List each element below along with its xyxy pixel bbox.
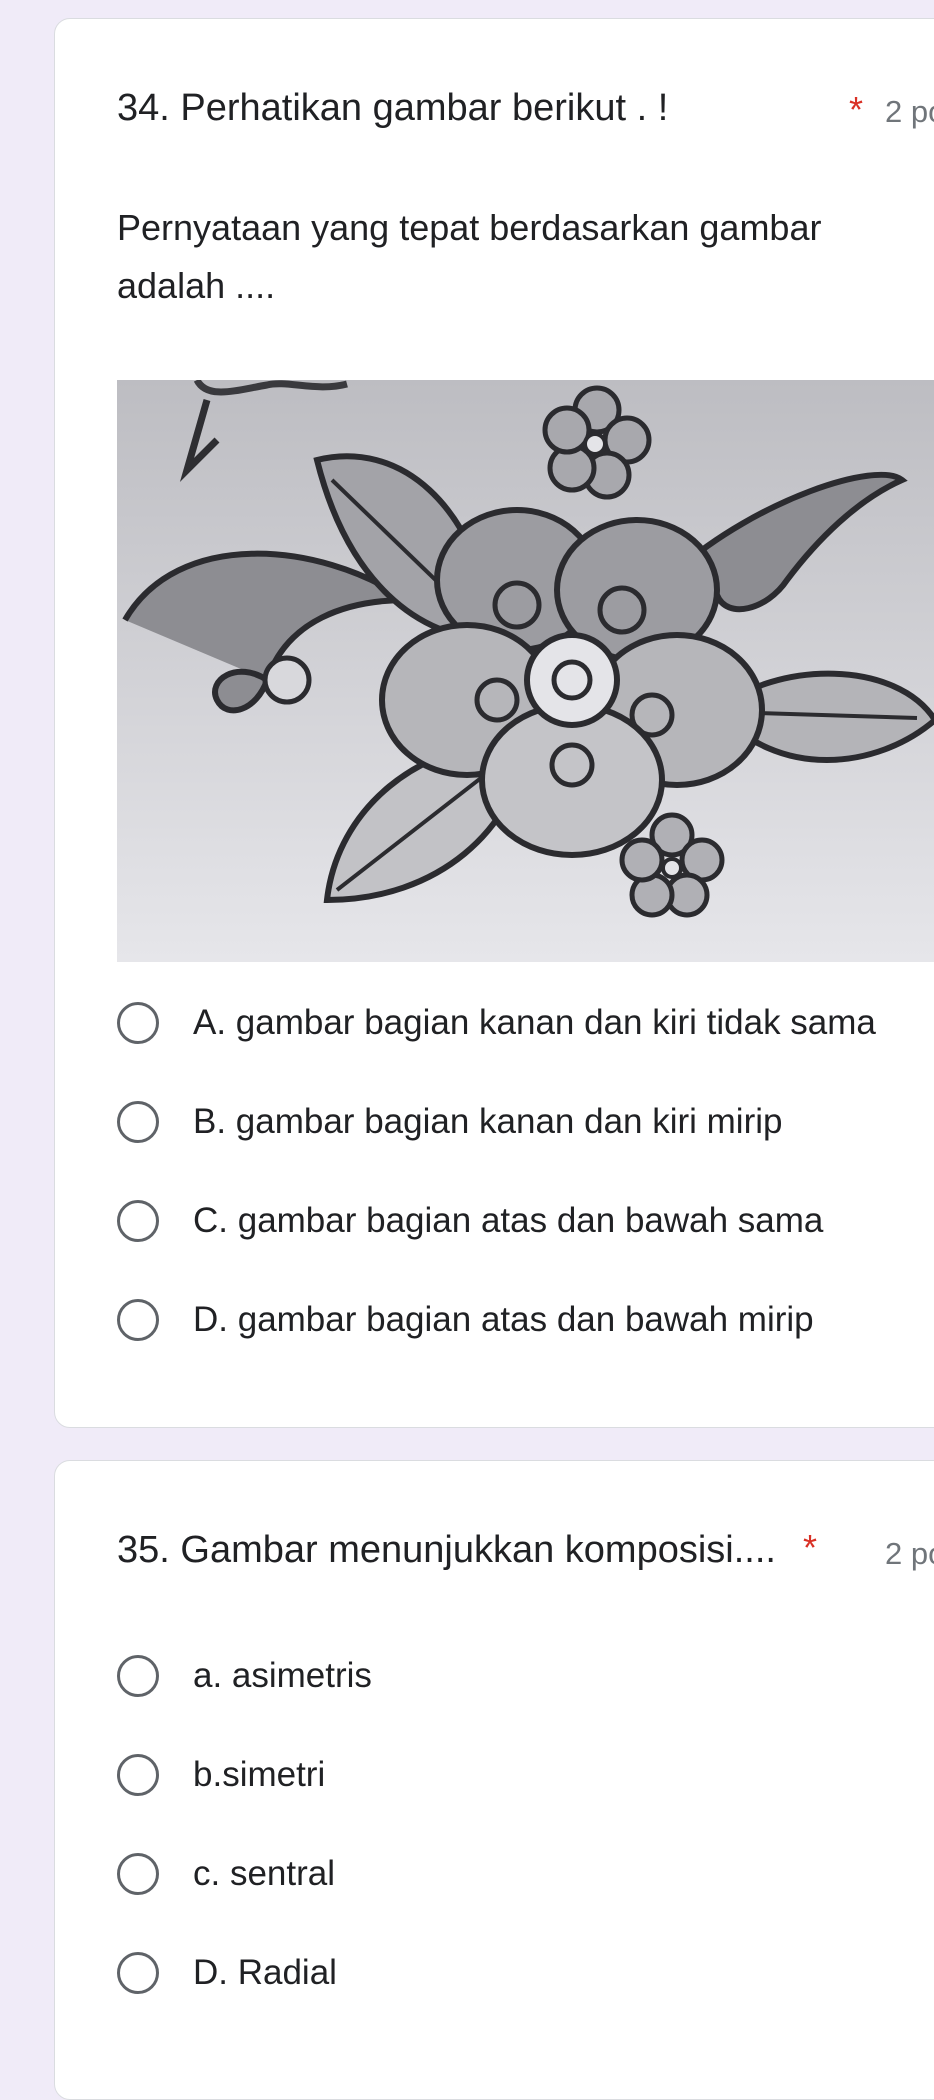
points-label: 2 poin bbox=[885, 94, 934, 129]
radio-button[interactable] bbox=[117, 1655, 159, 1697]
option-label: D. gambar bagian atas dan bawah mirip bbox=[193, 1300, 814, 1339]
option-label: c. sentral bbox=[193, 1854, 335, 1893]
option-label: a. asimetris bbox=[193, 1656, 372, 1695]
option-label: C. gambar bagian atas dan bawah sama bbox=[193, 1201, 824, 1240]
required-asterisk: * bbox=[849, 89, 864, 130]
required-asterisk: * bbox=[803, 1527, 818, 1568]
question-card-34: 34. Perhatikan gambar berikut . ! * 2 po… bbox=[54, 18, 934, 1428]
question-description: Pernyataan yang tepat berdasarkan gambar… bbox=[117, 207, 822, 306]
option-label: b.simetri bbox=[193, 1755, 326, 1794]
radio-button[interactable] bbox=[117, 1101, 159, 1143]
radio-button[interactable] bbox=[117, 1002, 159, 1044]
option-label: A. gambar bagian kanan dan kiri tidak sa… bbox=[193, 1003, 876, 1042]
option-34-d[interactable]: D. gambar bagian atas dan bawah mirip bbox=[117, 1290, 814, 1350]
radio-button[interactable] bbox=[117, 1754, 159, 1796]
question-image bbox=[117, 380, 934, 962]
option-35-d[interactable]: D. Radial bbox=[117, 1943, 337, 2003]
option-34-c[interactable]: C. gambar bagian atas dan bawah sama bbox=[117, 1191, 823, 1251]
radio-button[interactable] bbox=[117, 1200, 159, 1242]
option-35-a[interactable]: a. asimetris bbox=[117, 1646, 372, 1706]
points-label: 2 poin bbox=[885, 1536, 934, 1571]
option-label: B. gambar bagian kanan dan kiri mirip bbox=[193, 1102, 783, 1141]
question-card-35: 35. Gambar menunjukkan komposisi.... * 2… bbox=[54, 1460, 934, 2100]
batik-flower-motif-icon bbox=[117, 380, 934, 962]
option-35-b[interactable]: b.simetri bbox=[117, 1745, 325, 1805]
option-34-a[interactable]: A. gambar bagian kanan dan kiri tidak sa… bbox=[117, 993, 876, 1053]
option-label: D. Radial bbox=[193, 1953, 337, 1992]
radio-button[interactable] bbox=[117, 1853, 159, 1895]
option-34-b[interactable]: B. gambar bagian kanan dan kiri mirip bbox=[117, 1092, 782, 1152]
question-title: 35. Gambar menunjukkan komposisi.... bbox=[117, 1529, 776, 1571]
option-35-c[interactable]: c. sentral bbox=[117, 1844, 335, 1904]
radio-button[interactable] bbox=[117, 1299, 159, 1341]
question-title: 34. Perhatikan gambar berikut . ! bbox=[117, 87, 669, 129]
radio-button[interactable] bbox=[117, 1952, 159, 1994]
